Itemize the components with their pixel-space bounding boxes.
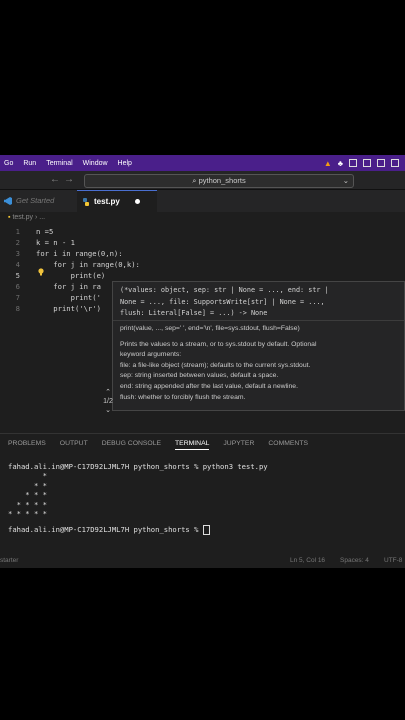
chevron-down-icon[interactable]: ⌄ [343, 175, 349, 187]
line-number: 8 [15, 304, 20, 313]
code-line: for j in ra [36, 282, 101, 291]
line-number: 1 [15, 227, 20, 236]
line-number: 5 [15, 271, 20, 280]
menu-go[interactable]: Go [0, 160, 19, 167]
tab-test-py[interactable]: test.py [77, 190, 157, 212]
usage-line: print(value, ..., sep=' ', end='\n', fil… [120, 325, 300, 332]
status-bar: starter Ln 5, Col 16 Spaces: 4 UTF-8 [0, 557, 405, 568]
menubar: Go Run Terminal Window Help ▲ ♣ [0, 155, 405, 171]
chevron-up-icon[interactable]: ⌃ [101, 388, 115, 397]
terminal-line: fahad.ali.in@MP-C17D92LJML7H python_shor… [8, 462, 268, 471]
tab-get-started[interactable]: Get Started [16, 196, 54, 205]
line-number: 4 [15, 260, 20, 269]
tab-terminal[interactable]: TERMINAL [175, 440, 210, 450]
line-number: 7 [15, 293, 20, 302]
python-file-icon [83, 198, 89, 206]
doc-line: keyword arguments: [120, 351, 182, 359]
unsaved-dot-icon[interactable] [135, 199, 140, 204]
hover-tooltip: (*values: object, sep: str | None = ...,… [112, 281, 405, 411]
breadcrumb: ▪ test.py › ... [8, 214, 45, 221]
doc-text: print(value, ..., sep=' ', end='\n', fil… [120, 324, 402, 403]
shield-icon[interactable] [363, 158, 371, 167]
vlc-icon[interactable]: ▲ [324, 159, 332, 168]
code-line: k = n - 1 [36, 238, 75, 247]
terminal-line: * * * * [8, 499, 47, 509]
editor-tab-bar: Get Started test.py [0, 190, 405, 212]
app-square-icon[interactable] [349, 158, 357, 167]
code-line: print(' [36, 293, 101, 302]
status-left[interactable]: starter [0, 557, 18, 564]
tab-output[interactable]: OUTPUT [60, 440, 88, 450]
status-encoding[interactable]: UTF-8 [384, 557, 402, 564]
terminal-output[interactable]: fahad.ali.in@MP-C17D92LJML7H python_shor… [8, 462, 268, 536]
code-line: print('\r') [36, 304, 101, 313]
vscode-window: Go Run Terminal Window Help ▲ ♣ ← → ⌕ py… [0, 155, 405, 568]
command-center-search[interactable]: ⌕ python_shorts ⌄ [84, 174, 354, 188]
terminal-cursor [202, 525, 210, 536]
search-text: python_shorts [198, 176, 246, 185]
pager-count: 1/2 [103, 398, 113, 405]
menu-terminal[interactable]: Terminal [42, 160, 78, 167]
divider [113, 320, 404, 321]
terminal-line: * * * [8, 490, 47, 500]
tray-square-icon[interactable] [391, 158, 399, 167]
signature-line: (*values: object, sep: str | None = ...,… [120, 286, 329, 294]
tab-comments[interactable]: COMMENTS [268, 440, 308, 450]
tab-label: test.py [94, 197, 120, 206]
menu-help[interactable]: Help [114, 160, 138, 167]
menu-window[interactable]: Window [79, 160, 114, 167]
status-spaces[interactable]: Spaces: 4 [340, 557, 369, 564]
line-number: 6 [15, 282, 20, 291]
signature-block: (*values: object, sep: str | None = ...,… [120, 285, 329, 320]
terminal-line: * * * * * [8, 509, 47, 519]
doc-line: file: a file-like object (stream); defau… [120, 361, 311, 369]
status-position[interactable]: Ln 5, Col 16 [290, 557, 325, 564]
chevron-down-icon[interactable]: ⌄ [101, 406, 115, 415]
code-line: n =5 [36, 227, 54, 236]
screen-record-icon[interactable] [377, 158, 385, 167]
command-center-bar: ← → ⌕ python_shorts ⌄ [0, 171, 405, 190]
line-number: 2 [15, 238, 20, 247]
doc-line: end: string appended after the last valu… [120, 382, 298, 390]
tab-debug-console[interactable]: DEBUG CONSOLE [102, 440, 161, 450]
terminal-line: * * [8, 480, 47, 490]
terminal-prompt: fahad.ali.in@MP-C17D92LJML7H python_shor… [8, 525, 203, 535]
doc-line: flush: whether to forcibly flush the str… [120, 393, 246, 401]
breadcrumb-more[interactable]: ... [39, 214, 45, 221]
signature-line: flush: Literal[False] = ...) -> None [120, 309, 268, 317]
menu-run[interactable]: Run [19, 160, 42, 167]
bell-icon[interactable]: ♣ [338, 159, 343, 168]
tab-problems[interactable]: PROBLEMS [8, 440, 46, 450]
forward-arrow-icon[interactable]: → [64, 174, 74, 185]
code-line: for i in range(0,n): [36, 249, 123, 258]
panel-tabs: PROBLEMS OUTPUT DEBUG CONSOLE TERMINAL J… [8, 440, 308, 450]
terminal-line: * [8, 471, 47, 481]
back-arrow-icon[interactable]: ← [50, 174, 60, 185]
lightbulb-icon[interactable] [37, 268, 45, 276]
vscode-logo-icon [4, 197, 12, 205]
breadcrumb-file[interactable]: test.py [12, 214, 33, 221]
code-line: for j in range(0,k): [36, 260, 140, 269]
signature-pager: ⌃ 1/2 ⌄ [101, 388, 115, 415]
line-number: 3 [15, 249, 20, 258]
doc-line: Prints the values to a stream, or to sys… [120, 340, 317, 348]
doc-line: sep: string inserted between values, def… [120, 372, 279, 380]
signature-line: None = ..., file: SupportsWrite[str] | N… [120, 297, 325, 306]
code-line-current: print(e) [36, 271, 106, 280]
bottom-panel: PROBLEMS OUTPUT DEBUG CONSOLE TERMINAL J… [0, 433, 405, 568]
tab-jupyter[interactable]: JUPYTER [223, 440, 254, 450]
